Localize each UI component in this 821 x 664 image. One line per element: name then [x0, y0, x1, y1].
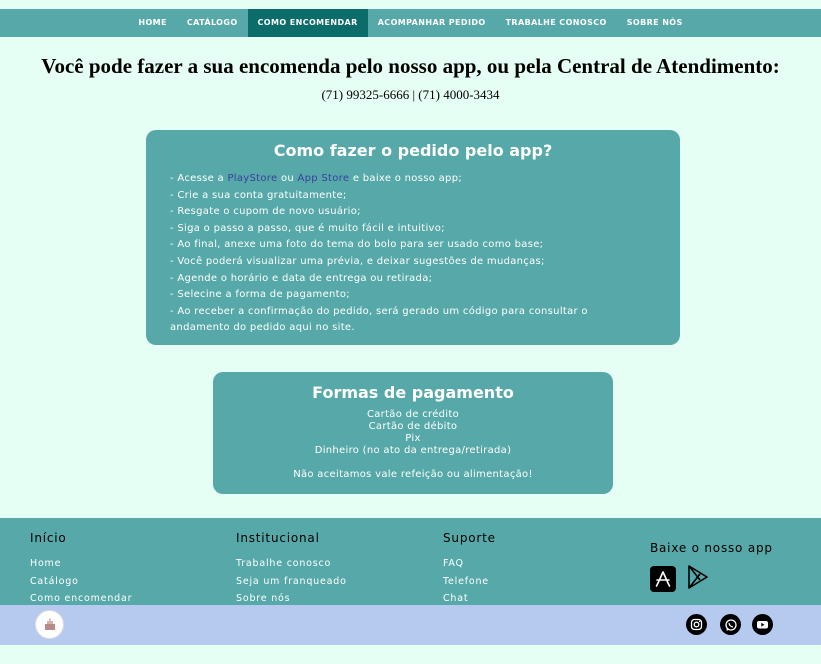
site-footer: Início Home Catálogo Como encomendar Ins… — [0, 518, 821, 605]
step-item: - Crie a sua conta gratuitamente; — [170, 189, 347, 201]
step-item: - Agende o horário e data de entrega ou … — [170, 272, 433, 284]
step-item: - Resgate o cupom de novo usuário; — [170, 206, 361, 218]
app-order-title: Como fazer o pedido pelo app? — [273, 141, 553, 160]
step-item: - Siga o passo a passo, que é muito fáci… — [170, 222, 445, 234]
appstore-link[interactable]: App Store — [297, 173, 349, 184]
playstore-link[interactable]: PlayStore — [227, 173, 277, 184]
youtube-icon[interactable] — [752, 614, 773, 635]
step1-suffix: e baixe o nosso app; — [349, 173, 463, 184]
footer-heading-inicio: Início — [30, 531, 67, 545]
step1-prefix: - Acesse a — [170, 173, 228, 184]
page-headline: Você pode fazer a sua encomenda pelo nos… — [41, 54, 780, 78]
app-order-steps: - Acesse a PlayStore ou App Store e baix… — [170, 171, 640, 337]
instagram-icon[interactable] — [686, 614, 707, 635]
nav-catalogo[interactable]: CATÁLOGO — [177, 9, 248, 37]
footer-heading-institucional: Institucional — [236, 531, 320, 545]
step-item: - Selecine a forma de pagamento; — [170, 289, 350, 301]
footer-link-telefone[interactable]: Telefone — [443, 573, 496, 591]
payment-methods-card: Formas de pagamento Cartão de crédito Ca… — [213, 372, 613, 494]
app-icons — [650, 564, 773, 594]
app-store-icon[interactable] — [650, 566, 676, 592]
step-item: - Ao final, anexe uma foto do tema do bo… — [170, 239, 544, 251]
whatsapp-icon[interactable] — [720, 614, 741, 635]
footer-link-catalogo[interactable]: Catálogo — [30, 573, 132, 591]
payment-method: Dinheiro (no ato da entrega/retirada) — [314, 445, 512, 456]
payment-method: Cartão de crédito — [366, 409, 460, 420]
step-item: - Ao receber a confirmação do pedido, se… — [170, 305, 588, 334]
footer-heading-suporte: Suporte — [443, 531, 496, 545]
payment-list: Cartão de crédito Cartão de débito Pix D… — [213, 409, 613, 457]
step1-mid: ou — [277, 173, 298, 184]
footer-link-faq[interactable]: FAQ — [443, 555, 496, 573]
step-item: - Você poderá visualizar uma prévia, e d… — [170, 255, 545, 267]
bottom-bar — [0, 605, 821, 645]
footer-col-inicio: Início Home Catálogo Como encomendar — [30, 531, 132, 608]
footer-app-download: Baixe o nosso app — [650, 541, 773, 594]
nav-home[interactable]: HOME — [128, 9, 177, 37]
brand-logo[interactable] — [35, 610, 64, 639]
footer-link-trabalhe-conosco[interactable]: Trabalhe conosco — [236, 555, 347, 573]
nav-como-encomendar[interactable]: COMO ENCOMENDAR — [247, 9, 368, 37]
payment-note: Não aceitamos vale refeição ou alimentaç… — [293, 469, 533, 480]
footer-col-institucional: Institucional Trabalhe conosco Seja um f… — [236, 531, 347, 608]
footer-link-franqueado[interactable]: Seja um franqueado — [236, 573, 347, 591]
step-item: - Acesse a PlayStore ou App Store e baix… — [170, 171, 640, 188]
nav-trabalhe-conosco[interactable]: TRABALHE CONOSCO — [496, 9, 617, 37]
footer-col-suporte: Suporte FAQ Telefone Chat — [443, 531, 496, 608]
phone-numbers: (71) 99325-6666 | (71) 4000-3434 — [321, 87, 500, 102]
footer-heading-app: Baixe o nosso app — [650, 541, 773, 555]
top-navigation: HOME CATÁLOGO COMO ENCOMENDAR ACOMPANHAR… — [0, 9, 821, 37]
nav-sobre-nos[interactable]: SOBRE NÓS — [617, 9, 693, 37]
payment-title: Formas de pagamento — [312, 383, 514, 402]
play-store-icon[interactable] — [684, 564, 710, 594]
footer-link-home[interactable]: Home — [30, 555, 132, 573]
payment-method: Pix — [405, 433, 421, 444]
app-order-card: Como fazer o pedido pelo app? - Acesse a… — [146, 130, 680, 345]
nav-acompanhar-pedido[interactable]: ACOMPANHAR PEDIDO — [368, 9, 496, 37]
payment-method: Cartão de débito — [368, 421, 458, 432]
